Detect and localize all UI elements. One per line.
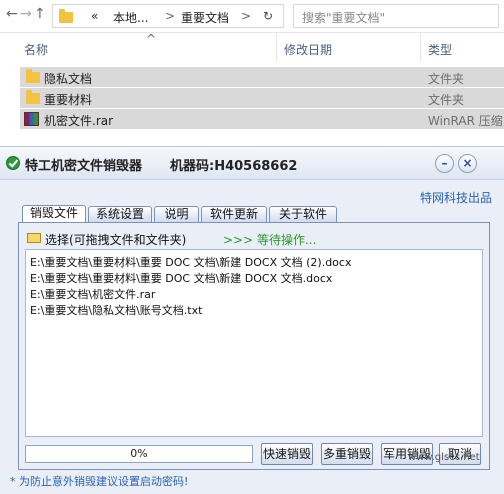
refresh-icon[interactable]: ↻ [263, 9, 273, 23]
column-divider [276, 32, 277, 62]
brand-link[interactable]: 特网科技出品 [420, 189, 492, 206]
file-type: 文件夹 [428, 72, 465, 86]
tab-about[interactable]: 关于软件 [269, 206, 337, 223]
app-title: 特工机密文件销毁器 [25, 159, 143, 174]
list-item[interactable]: E:\重要文档\重要材料\重要 DOC 文档\新建 DOCX 文档.docx [30, 270, 332, 286]
file-row[interactable]: 机密文件.rar WinRAR 压缩 [20, 109, 504, 129]
sort-arrow-icon: ^ [146, 32, 157, 46]
address-box[interactable]: « 本地... > 重要文档 > ↻ [52, 4, 284, 28]
list-item[interactable]: E:\重要文档\重要材料\重要 DOC 文档\新建 DOCX 文档 (2).do… [30, 254, 351, 270]
destroy-panel: 选择(可拖拽文件和文件夹) >>> 等待操作... E:\重要文档\重要材料\重… [18, 222, 490, 470]
app-logo-icon [6, 156, 20, 170]
progress-text: 0% [130, 447, 148, 460]
list-item[interactable]: E:\重要文档\隐私文档\账号文档.txt [30, 302, 202, 318]
file-name: 机密文件.rar [44, 114, 114, 128]
folder-icon [59, 9, 73, 23]
column-date[interactable]: 修改日期 [284, 41, 332, 58]
explorer-column-headers: ^ 名称 修改日期 类型 [0, 32, 504, 62]
explorer-address-bar: ← → ↑ « 本地... > 重要文档 > ↻ 搜索"重要文档" [0, 0, 504, 33]
quick-destroy-button[interactable]: 快速销毁 [261, 443, 313, 465]
minimize-button[interactable]: – [435, 154, 454, 173]
machine-code: 机器码:H40568662 [170, 159, 298, 174]
file-row[interactable]: 重要材料 文件夹 [20, 88, 504, 108]
file-row[interactable]: 隐私文档 文件夹 [20, 67, 504, 87]
select-files-button[interactable]: 选择(可拖拽文件和文件夹) [45, 231, 186, 248]
back-button[interactable]: ← [6, 6, 18, 22]
file-type: WinRAR 压缩 [428, 114, 503, 128]
open-folder-icon[interactable] [27, 233, 41, 243]
breadcrumb-current[interactable]: 重要文档 [181, 9, 229, 26]
status-text: >>> 等待操作... [223, 233, 317, 247]
file-type: 文件夹 [428, 93, 465, 107]
close-button[interactable]: × [458, 154, 477, 173]
search-placeholder: 搜索"重要文档" [302, 11, 386, 25]
folder-icon [26, 90, 40, 104]
column-name[interactable]: 名称 [24, 41, 48, 58]
watermark: www.glscc.net [408, 452, 480, 463]
footer-tip: * 为防止意外销毁建议设置启动密码! [10, 475, 189, 488]
tab-software-update[interactable]: 软件更新 [201, 206, 267, 223]
column-type[interactable]: 类型 [428, 41, 452, 58]
breadcrumb-overflow[interactable]: « [91, 9, 98, 23]
multi-destroy-button[interactable]: 多重销毁 [321, 443, 373, 465]
up-button[interactable]: ↑ [34, 6, 46, 22]
tab-instructions[interactable]: 说明 [154, 206, 199, 223]
title-bar: 特工机密文件销毁器 机器码:H40568662 – × [0, 147, 504, 180]
folder-icon [26, 69, 40, 83]
breadcrumb-dropdown[interactable]: > [241, 9, 251, 23]
column-divider [420, 32, 421, 62]
file-name: 重要材料 [44, 93, 93, 107]
search-input[interactable]: 搜索"重要文档" [293, 4, 499, 28]
list-item[interactable]: E:\重要文档\机密文件.rar [30, 286, 155, 302]
file-list[interactable]: E:\重要文档\重要材料\重要 DOC 文档\新建 DOCX 文档 (2).do… [25, 249, 483, 437]
tab-system-settings[interactable]: 系统设置 [88, 206, 152, 223]
progress-bar: 0% [25, 445, 253, 463]
breadcrumb-local[interactable]: 本地... [113, 9, 148, 26]
forward-button[interactable]: → [20, 6, 32, 22]
app-window: 特工机密文件销毁器 机器码:H40568662 – × 特网科技出品 销毁文件 … [0, 146, 504, 494]
tab-destroy-files[interactable]: 销毁文件 [22, 205, 86, 223]
breadcrumb-separator: > [165, 9, 176, 23]
file-name: 隐私文档 [44, 72, 93, 86]
winrar-icon [24, 112, 39, 126]
